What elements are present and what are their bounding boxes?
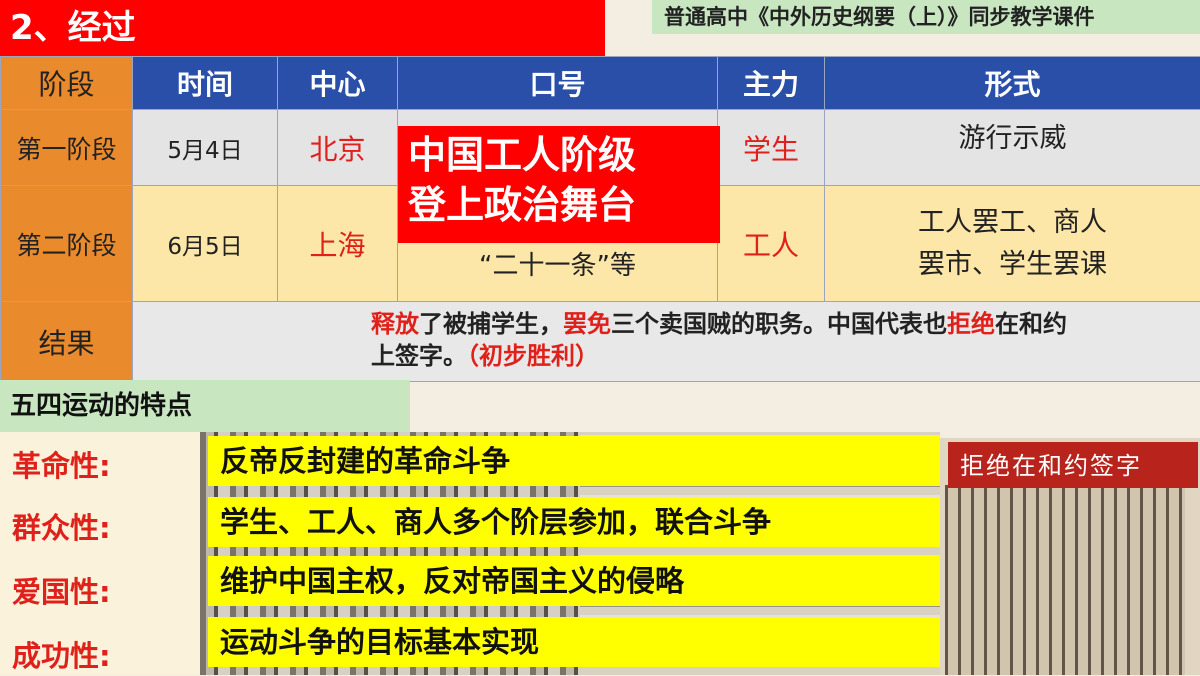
header-force: 主力 — [718, 57, 825, 110]
result-fragment: 了被捕学生， — [419, 310, 563, 338]
stage-cell: 第二阶段 — [1, 186, 133, 302]
overlay-line: 登上政治舞台 — [408, 180, 636, 230]
feature-label: 成功性: — [12, 636, 111, 676]
feature-label: 革命性: — [12, 446, 111, 486]
form-cell: 工人罢工、商人 罢市、学生罢课 — [825, 186, 1200, 302]
result-fragment: 上签字。 — [371, 342, 467, 370]
form-line: 罢市、学生罢课 — [825, 244, 1200, 286]
course-title: 普通高中《中外历史纲要（上）》同步教学课件 — [664, 2, 1095, 32]
newspaper-clipping-texture — [945, 485, 1185, 675]
result-text: 释放了被捕学生，罢免三个卖国贼的职务。中国代表也拒绝在和约上签字。（初步胜利） — [133, 302, 1200, 382]
date-cell: 6月5日 — [133, 186, 278, 302]
result-label: 结果 — [1, 302, 133, 382]
result-fragment: 释放 — [371, 310, 419, 338]
result-fragment: 三个卖国贼的职务。中国代表也 — [611, 310, 947, 338]
force-cell: 工人 — [718, 186, 825, 302]
result-fragment: 罢免 — [563, 310, 611, 338]
header-slogan: 口号 — [398, 57, 718, 110]
center-cell: 北京 — [278, 110, 398, 186]
header-time: 时间 — [133, 57, 278, 110]
features-heading: 五四运动的特点 — [10, 386, 192, 426]
header-stage: 阶段 — [1, 57, 133, 110]
form-line: 工人罢工、商人 — [825, 202, 1200, 244]
feature-label: 群众性: — [12, 508, 111, 548]
result-fragment: 拒绝 — [947, 310, 995, 338]
clipping-caption: 拒绝在和约签字 — [960, 447, 1142, 485]
force-cell: 学生 — [718, 110, 825, 186]
result-fragment: 在和约 — [995, 310, 1067, 338]
stage-cell: 第一阶段 — [1, 110, 133, 186]
table-header-row: 阶段 时间 中心 口号 主力 形式 — [1, 57, 1200, 110]
feature-label: 爱国性: — [12, 572, 111, 612]
center-cell: 上海 — [278, 186, 398, 302]
form-cell: 游行示威 — [825, 110, 1200, 186]
feature-text: 运动斗争的目标基本实现 — [220, 620, 539, 664]
result-row: 结果 释放了被捕学生，罢免三个卖国贼的职务。中国代表也拒绝在和约上签字。（初步胜… — [1, 302, 1200, 382]
header-form: 形式 — [825, 57, 1200, 110]
feature-text: 维护中国主权，反对帝国主义的侵略 — [220, 559, 684, 603]
overlay-line: 中国工人阶级 — [408, 130, 636, 180]
page-title: 2、经过 — [10, 4, 136, 52]
feature-text: 反帝反封建的革命斗争 — [220, 439, 510, 483]
overlay-text: 中国工人阶级 登上政治舞台 — [408, 130, 636, 230]
result-note: （初步胜利） — [467, 342, 599, 370]
date-cell: 5月4日 — [133, 110, 278, 186]
feature-text: 学生、工人、商人多个阶层参加，联合斗争 — [220, 500, 771, 544]
header-center: 中心 — [278, 57, 398, 110]
